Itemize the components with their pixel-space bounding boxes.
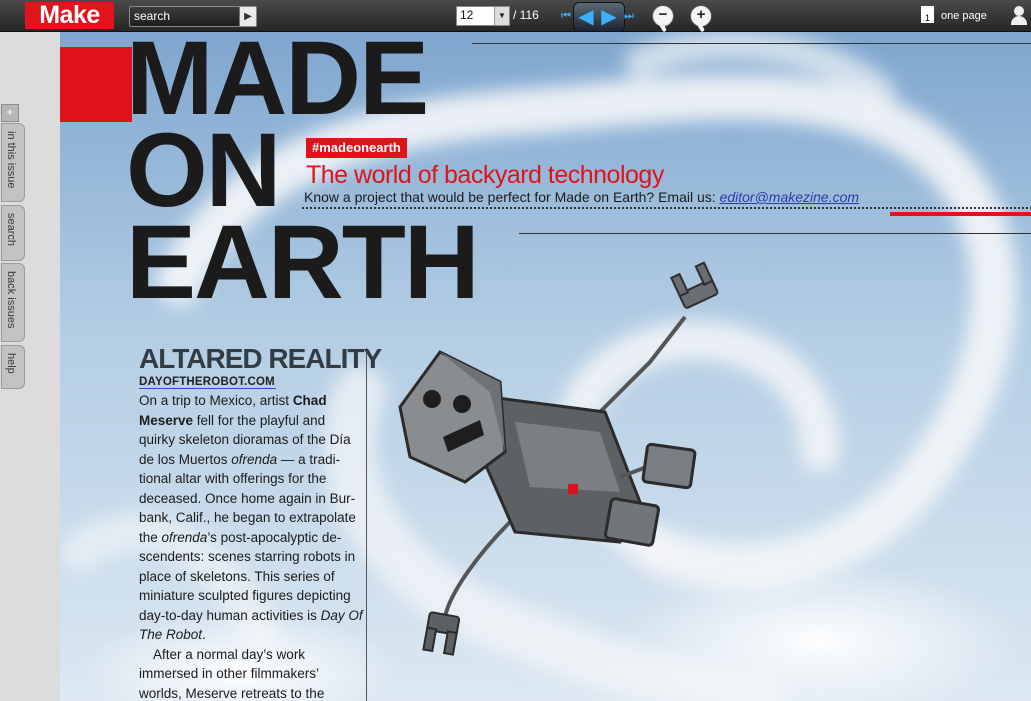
tab-in-this-issue[interactable]: in this issue xyxy=(1,123,25,202)
next-page-icon[interactable]: ▶ xyxy=(597,3,621,29)
page-number-select[interactable]: 12 ▼ xyxy=(456,6,510,26)
article-headline: ALTARED REALITY xyxy=(139,343,382,374)
divider-line xyxy=(472,43,1031,44)
page-total: / 116 xyxy=(513,8,539,22)
tab-label: in this issue xyxy=(5,131,17,189)
article-url-link[interactable]: DAYOFTHEROBOT.COM xyxy=(139,376,276,389)
editor-email-link[interactable]: editor@makezine.com xyxy=(720,189,860,205)
first-page-icon[interactable]: ⏮ xyxy=(559,3,573,29)
title-red-block xyxy=(60,47,132,122)
dotted-divider xyxy=(302,207,1031,209)
left-sidebar: + in this issue search back issues help xyxy=(0,32,60,701)
page-dropdown-arrow-icon[interactable]: ▼ xyxy=(494,7,509,25)
column-divider xyxy=(366,348,367,701)
hashtag-badge: #madeonearth xyxy=(306,138,407,158)
search-go-icon[interactable]: ▶ xyxy=(239,7,256,26)
search-box: ▶ xyxy=(129,6,257,27)
expand-icon[interactable]: + xyxy=(1,104,19,122)
tab-label: search xyxy=(5,213,17,247)
article-paragraph: On a trip to Mexico, artist Chad Meserve… xyxy=(139,393,363,642)
one-page-icon[interactable]: 1 xyxy=(921,6,934,23)
zoom-in-icon[interactable]: + xyxy=(690,5,712,27)
tab-help[interactable]: help xyxy=(1,345,25,389)
user-icon[interactable] xyxy=(1011,6,1031,26)
last-page-icon[interactable]: ⏭ xyxy=(622,3,636,29)
article-paragraph: After a normal day’s work immersed in ot… xyxy=(139,646,325,701)
tab-label: back issues xyxy=(5,271,17,329)
article-body: On a trip to Mexico, artist Chad Meserve… xyxy=(139,391,364,701)
prev-page-icon[interactable]: ◀ xyxy=(574,3,598,29)
title-line-earth: EARTH xyxy=(126,204,480,321)
red-divider xyxy=(890,212,1031,216)
page-current: 12 xyxy=(460,8,474,22)
section-subtitle: The world of backyard technology xyxy=(306,161,664,189)
zoom-out-icon[interactable]: − xyxy=(652,5,674,27)
magazine-page: MADE ON EARTH #madeonearth The world of … xyxy=(60,32,1031,701)
divider-line xyxy=(519,233,1031,234)
tab-label: help xyxy=(5,353,17,374)
search-input[interactable] xyxy=(134,8,234,24)
page-navigation: ⏮ ◀ ▶ ⏭ xyxy=(559,2,637,32)
view-mode-label[interactable]: one page xyxy=(941,10,987,22)
make-logo[interactable]: Make xyxy=(25,2,114,29)
tab-search[interactable]: search xyxy=(1,205,25,261)
tab-back-issues[interactable]: back issues xyxy=(1,263,25,342)
viewer-toolbar: Make ▶ 12 ▼ / 116 ⏮ ◀ ▶ ⏭ − + 1 one page xyxy=(0,0,1031,32)
submission-prompt: Know a project that would be perfect for… xyxy=(304,189,859,205)
prompt-text: Know a project that would be perfect for… xyxy=(304,189,720,205)
